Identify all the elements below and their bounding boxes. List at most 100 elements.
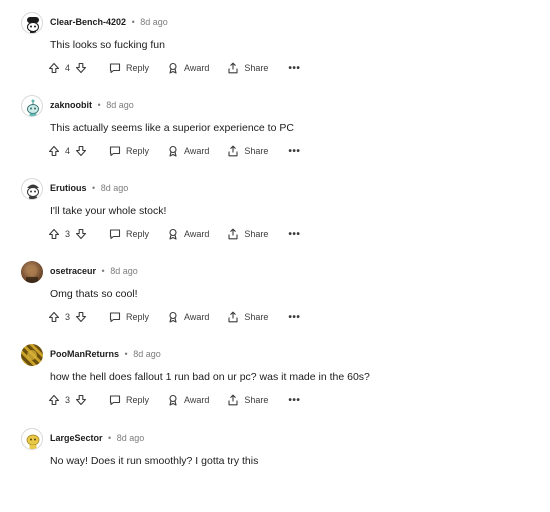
downvote-icon[interactable] <box>75 145 87 157</box>
speech-bubble-icon <box>109 312 121 323</box>
gold-pattern-avatar-icon <box>27 350 37 360</box>
timestamp[interactable]: 8d ago <box>140 17 168 27</box>
downvote-icon[interactable] <box>75 311 87 323</box>
reply-label: Reply <box>126 63 150 73</box>
username[interactable]: zaknoobit <box>50 100 92 110</box>
vote-score: 4 <box>65 146 71 156</box>
vote-group: 4 <box>48 62 87 74</box>
snoo-avatar-icon <box>27 184 39 199</box>
timestamp[interactable]: 8d ago <box>117 433 145 443</box>
comment: PooManReturns • 8d ago how the hell does… <box>0 344 550 428</box>
username[interactable]: osetraceur <box>50 266 96 276</box>
more-options-button[interactable]: ••• <box>288 63 300 74</box>
comment: osetraceur • 8d ago Omg thats so cool! 3… <box>0 261 550 345</box>
reply-button[interactable]: Reply <box>109 228 149 240</box>
photo-avatar-icon <box>26 265 38 283</box>
reply-label: Reply <box>126 146 150 156</box>
award-icon <box>169 62 177 74</box>
comment-text: No way! Does it run smoothly? I gotta tr… <box>50 455 259 467</box>
timestamp[interactable]: 8d ago <box>101 183 129 193</box>
upvote-icon[interactable] <box>48 62 60 74</box>
award-button[interactable]: Award <box>167 394 209 406</box>
comment: zaknoobit • 8d ago This actually seems l… <box>0 95 550 179</box>
comment-text: This looks so fucking fun <box>50 39 165 51</box>
avatar[interactable] <box>21 95 43 117</box>
timestamp[interactable]: 8d ago <box>106 100 134 110</box>
speech-bubble-icon <box>109 229 121 240</box>
more-options-button[interactable]: ••• <box>288 146 300 157</box>
snoo-avatar-icon <box>27 99 39 116</box>
award-icon <box>169 311 177 323</box>
comment: LargeSector • 8d ago No way! Does it run… <box>0 428 550 512</box>
award-label: Award <box>184 229 210 239</box>
downvote-icon[interactable] <box>75 394 87 406</box>
comment-actions: 3 Reply Award Share ••• <box>48 226 300 242</box>
more-options-button[interactable]: ••• <box>288 312 300 323</box>
separator-dot: • <box>101 266 105 276</box>
speech-bubble-icon <box>109 63 121 74</box>
share-icon <box>228 62 238 74</box>
username[interactable]: Clear-Bench-4202 <box>50 17 126 27</box>
share-button[interactable]: Share <box>227 311 268 323</box>
comment-meta: zaknoobit • 8d ago <box>50 99 134 111</box>
share-button[interactable]: Share <box>227 228 268 240</box>
comment: Clear-Bench-4202 • 8d ago This looks so … <box>0 12 550 96</box>
reply-label: Reply <box>126 395 150 405</box>
award-label: Award <box>184 146 210 156</box>
avatar[interactable] <box>21 178 43 200</box>
comment-meta: Erutious • 8d ago <box>50 182 128 194</box>
avatar[interactable] <box>21 428 43 450</box>
vote-score: 4 <box>65 63 71 73</box>
timestamp[interactable]: 8d ago <box>110 266 138 276</box>
award-button[interactable]: Award <box>167 311 209 323</box>
separator-dot: • <box>97 100 101 110</box>
award-button[interactable]: Award <box>167 145 209 157</box>
reply-label: Reply <box>126 229 150 239</box>
more-options-button[interactable]: ••• <box>288 395 300 406</box>
share-button[interactable]: Share <box>227 394 268 406</box>
downvote-icon[interactable] <box>75 228 87 240</box>
upvote-icon[interactable] <box>48 228 60 240</box>
comment-thread: Clear-Bench-4202 • 8d ago This looks so … <box>0 0 550 472</box>
more-options-button[interactable]: ••• <box>288 229 300 240</box>
comment-text: I'll take your whole stock! <box>50 205 167 217</box>
username[interactable]: LargeSector <box>50 433 103 443</box>
upvote-icon[interactable] <box>48 394 60 406</box>
upvote-icon[interactable] <box>48 145 60 157</box>
username[interactable]: Erutious <box>50 183 87 193</box>
award-button[interactable]: Award <box>167 228 209 240</box>
comment: Erutious • 8d ago I'll take your whole s… <box>0 178 550 262</box>
reply-button[interactable]: Reply <box>109 145 149 157</box>
share-icon <box>228 394 238 406</box>
vote-group: 3 <box>48 394 87 406</box>
snoo-avatar-icon <box>27 17 39 33</box>
reply-button[interactable]: Reply <box>109 311 149 323</box>
comment-meta: Clear-Bench-4202 • 8d ago <box>50 16 168 28</box>
comment-actions: 4 Reply Award Share ••• <box>48 60 300 76</box>
reply-button[interactable]: Reply <box>109 394 149 406</box>
share-label: Share <box>244 312 269 322</box>
separator-dot: • <box>92 183 96 193</box>
share-button[interactable]: Share <box>227 145 268 157</box>
comment-actions: 3 Reply Award Share ••• <box>48 392 300 408</box>
comment-text: This actually seems like a superior expe… <box>50 122 294 134</box>
share-button[interactable]: Share <box>227 62 268 74</box>
share-icon <box>228 145 238 157</box>
downvote-icon[interactable] <box>75 62 87 74</box>
timestamp[interactable]: 8d ago <box>133 349 161 359</box>
comment-meta: osetraceur • 8d ago <box>50 265 138 277</box>
upvote-icon[interactable] <box>48 311 60 323</box>
avatar[interactable] <box>21 261 43 283</box>
speech-bubble-icon <box>109 395 121 406</box>
comment-actions: 4 Reply Award Share ••• <box>48 143 300 159</box>
username[interactable]: PooManReturns <box>50 349 119 359</box>
separator-dot: • <box>124 349 128 359</box>
award-button[interactable]: Award <box>167 62 209 74</box>
award-icon <box>169 145 177 157</box>
avatar[interactable] <box>21 344 43 366</box>
reply-button[interactable]: Reply <box>109 62 149 74</box>
share-label: Share <box>244 229 269 239</box>
share-icon <box>228 228 238 240</box>
share-label: Share <box>244 146 269 156</box>
avatar[interactable] <box>21 12 43 34</box>
